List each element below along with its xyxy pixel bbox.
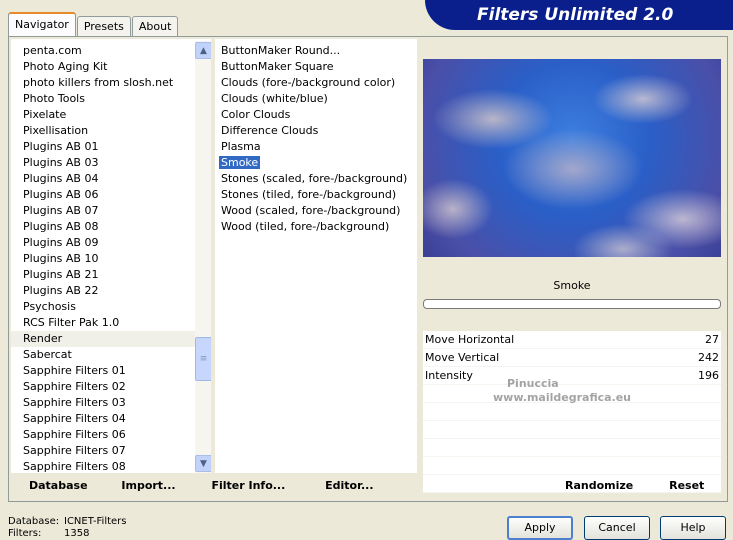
category-item[interactable]: Plugins AB 06	[11, 187, 211, 203]
filter-items: ButtonMaker Round... ButtonMaker Square Cl…	[215, 39, 417, 235]
navigator-panel: penta.com Photo Aging Kit photo killers fr…	[8, 36, 728, 502]
category-item[interactable]: Sapphire Filters 06	[11, 427, 211, 443]
preview-filter-name: Smoke	[553, 279, 591, 292]
reset-button[interactable]: Reset	[669, 479, 704, 492]
randomize-button[interactable]: Randomize	[565, 479, 633, 492]
chevron-down-icon[interactable]: ▼	[195, 455, 211, 472]
filter-item-label: Stones (scaled, fore-/background)	[221, 172, 408, 185]
filter-item-label: Wood (scaled, fore-/background)	[221, 204, 401, 217]
category-item[interactable]: Sapphire Filters 01	[11, 363, 211, 379]
right-button-bar: Randomize Reset	[557, 473, 712, 499]
tab-navigator[interactable]: Navigator	[8, 12, 76, 36]
tab-strip: Navigator Presets About	[8, 12, 179, 36]
import-button[interactable]: Import...	[121, 479, 175, 492]
category-item[interactable]: Sapphire Filters 04	[11, 411, 211, 427]
left-button-bar: Database Import... Filter Info... Editor…	[21, 473, 382, 499]
filter-item-label: Stones (tiled, fore-/background)	[221, 188, 397, 201]
category-scrollbar[interactable]: ▲ ≡ ▼	[195, 41, 211, 473]
category-item[interactable]: Plugins AB 01	[11, 139, 211, 155]
category-item[interactable]: Plugins AB 04	[11, 171, 211, 187]
filter-item[interactable]: Wood (tiled, fore-/background)	[215, 219, 417, 235]
param-row-empty	[423, 403, 721, 421]
param-row-empty	[423, 421, 721, 439]
category-item[interactable]: Plugins AB 07	[11, 203, 211, 219]
category-item[interactable]: RCS Filter Pak 1.0	[11, 315, 211, 331]
chevron-up-icon[interactable]: ▲	[195, 42, 211, 59]
category-item[interactable]: Plugins AB 08	[11, 219, 211, 235]
watermark-line1: Pinuccia	[507, 377, 559, 390]
filter-item[interactable]: ButtonMaker Round...	[215, 43, 417, 59]
database-button[interactable]: Database	[29, 479, 88, 492]
category-item[interactable]: Plugins AB 09	[11, 235, 211, 251]
category-item[interactable]: Plugins AB 03	[11, 155, 211, 171]
category-item[interactable]: Photo Tools	[11, 91, 211, 107]
param-label: Move Vertical	[425, 351, 500, 364]
category-item[interactable]: Sapphire Filters 02	[11, 379, 211, 395]
category-item[interactable]: Sapphire Filters 07	[11, 443, 211, 459]
filter-item[interactable]: Clouds (white/blue)	[215, 91, 417, 107]
category-items: penta.com Photo Aging Kit photo killers fr…	[11, 39, 211, 473]
editor-button[interactable]: Editor...	[325, 479, 373, 492]
param-value: 196	[698, 369, 719, 382]
param-row-empty	[423, 439, 721, 457]
param-row[interactable]: Move Vertical 242	[423, 349, 721, 367]
app-title: Filters Unlimited 2.0	[425, 0, 733, 30]
filter-item-label: Smoke	[219, 156, 261, 169]
filter-item[interactable]: Smoke	[215, 155, 417, 171]
filter-item-label: Wood (tiled, fore-/background)	[221, 220, 390, 233]
category-item[interactable]: photo killers from slosh.net	[11, 75, 211, 91]
filter-item[interactable]: Difference Clouds	[215, 123, 417, 139]
filter-list: ButtonMaker Round... ButtonMaker Square Cl…	[215, 39, 417, 473]
filter-item[interactable]: Plasma	[215, 139, 417, 155]
filter-item[interactable]: Stones (scaled, fore-/background)	[215, 171, 417, 187]
apply-button[interactable]: Apply	[507, 516, 573, 540]
scroll-thumb[interactable]: ≡	[195, 337, 211, 381]
param-label: Move Horizontal	[425, 333, 515, 346]
param-value: 242	[698, 351, 719, 364]
filter-item[interactable]: Color Clouds	[215, 107, 417, 123]
category-item[interactable]: penta.com	[11, 43, 211, 59]
category-item[interactable]: Pixelate	[11, 107, 211, 123]
filter-item-label: Clouds (fore-/background color)	[221, 76, 396, 89]
database-value: ICNET-Filters	[64, 516, 127, 527]
filter-item-label: Difference Clouds	[221, 124, 319, 137]
progress-bar	[423, 299, 721, 309]
preview-image	[423, 59, 721, 257]
help-button[interactable]: Help	[660, 516, 726, 540]
filter-item[interactable]: Wood (scaled, fore-/background)	[215, 203, 417, 219]
param-list: Move Horizontal 27 Move Vertical 242 Intensi…	[423, 331, 721, 493]
cancel-button[interactable]: Cancel	[584, 516, 650, 540]
filter-item[interactable]: ButtonMaker Square	[215, 59, 417, 75]
category-item[interactable]: Sapphire Filters 08	[11, 459, 211, 473]
filter-info-button[interactable]: Filter Info...	[211, 479, 285, 492]
category-item[interactable]: Plugins AB 10	[11, 251, 211, 267]
param-row[interactable]: Move Horizontal 27	[423, 331, 721, 349]
watermark-line2: www.maildegrafica.eu	[493, 391, 632, 404]
category-item[interactable]: Plugins AB 21	[11, 267, 211, 283]
filter-item[interactable]: Stones (tiled, fore-/background)	[215, 187, 417, 203]
filter-item-label: Clouds (white/blue)	[221, 92, 328, 105]
category-item[interactable]: Psychosis	[11, 299, 211, 315]
filters-value: 1358	[64, 528, 90, 539]
filter-item[interactable]: Clouds (fore-/background color)	[215, 75, 417, 91]
tab-about[interactable]: About	[131, 16, 179, 36]
category-list: penta.com Photo Aging Kit photo killers fr…	[11, 39, 211, 473]
category-item[interactable]: Sapphire Filters 03	[11, 395, 211, 411]
status-area: Database: ICNET-Filters Filters: 1358	[8, 516, 127, 540]
filter-item-label: Color Clouds	[221, 108, 291, 121]
database-label: Database:	[8, 516, 60, 527]
param-label: Intensity	[425, 369, 473, 382]
filters-label: Filters:	[8, 528, 42, 539]
category-item[interactable]: Plugins AB 22	[11, 283, 211, 299]
filter-item-label: Plasma	[221, 140, 261, 153]
param-value: 27	[705, 333, 719, 346]
category-item[interactable]: Pixellisation	[11, 123, 211, 139]
category-item[interactable]: Sabercat	[11, 347, 211, 363]
filter-item-label: ButtonMaker Square	[221, 60, 334, 73]
category-item[interactable]: Render	[11, 331, 211, 347]
filter-item-label: ButtonMaker Round...	[221, 44, 341, 57]
category-item[interactable]: Photo Aging Kit	[11, 59, 211, 75]
tab-presets[interactable]: Presets	[76, 16, 131, 36]
watermark: Pinuccia www.maildegrafica.eu	[493, 377, 631, 405]
